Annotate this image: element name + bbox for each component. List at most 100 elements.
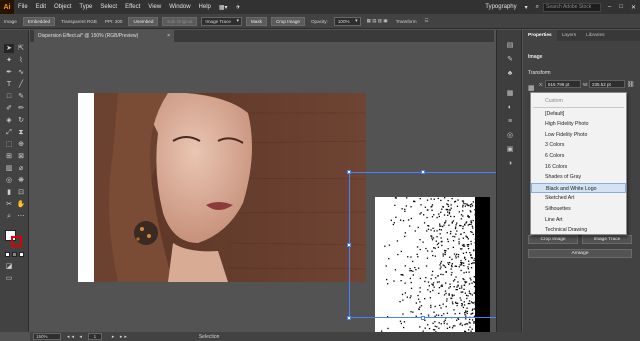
trace-preset-6-colors[interactable]: 6 Colors [531, 151, 626, 161]
mesh-tool-icon[interactable]: ⊠ [16, 152, 26, 161]
close-tab-icon[interactable]: × [167, 30, 170, 42]
trace-preset-shades-of-gray[interactable]: Shades of Gray [531, 172, 626, 182]
grid-icon[interactable]: ▦ [505, 90, 515, 98]
image-trace-dropdown[interactable]: Image Trace [201, 16, 242, 26]
opacity-field[interactable]: 100% [333, 16, 361, 26]
pen-tool-icon[interactable]: ✒ [4, 68, 14, 77]
color-mode-icon[interactable] [5, 252, 10, 257]
crop-image-button[interactable]: Crop Image [270, 16, 305, 26]
x-field[interactable]: 616.798 pt [545, 80, 581, 88]
resize-handle[interactable] [347, 243, 351, 247]
portrait-image[interactable] [78, 93, 366, 282]
minimize-icon[interactable]: – [604, 4, 615, 10]
tab-layers[interactable]: Layers [557, 30, 581, 41]
stock-search-input[interactable]: Search Adobe Stock [543, 2, 601, 12]
selection-bounding-box[interactable] [347, 170, 501, 320]
menu-effect[interactable]: Effect [121, 4, 144, 10]
drawing-modes-icon[interactable]: ◪ [4, 262, 14, 271]
workspace-switcher[interactable]: Typography [485, 4, 520, 10]
free-transform-tool-icon[interactable]: ⬚ [4, 140, 14, 149]
trace-preset-technical-drawing[interactable]: Technical Drawing [531, 225, 626, 235]
trace-preset-silhouettes[interactable]: Silhouettes [531, 204, 626, 214]
search-icon[interactable]: ⌕ [532, 4, 543, 11]
menu-select[interactable]: Select [96, 4, 121, 10]
zoom-tool-icon[interactable]: ⌕ [4, 212, 14, 221]
symbol-sprayer-tool-icon[interactable]: ❋ [16, 176, 26, 185]
transform-link[interactable]: Transform [392, 19, 421, 24]
artboard-number-field[interactable]: 1 [87, 333, 102, 340]
bridge-icon[interactable]: ▦▾ [215, 4, 232, 11]
brushes-icon[interactable]: ✎ [505, 56, 515, 64]
none-mode-icon[interactable] [19, 252, 24, 257]
trace-preset-custom[interactable]: Custom [531, 96, 626, 106]
workspace-chevron-icon[interactable]: ▾ [521, 4, 532, 11]
pencil-tool-icon[interactable]: ✏ [16, 104, 26, 113]
resize-handle[interactable] [347, 316, 351, 320]
width-tool-icon[interactable]: ⧗ [16, 128, 26, 137]
embedded-button[interactable]: Embedded [22, 16, 56, 26]
trace-preset-high-fidelity-photo[interactable]: High Fidelity Photo [531, 119, 626, 129]
shaper-tool-icon[interactable]: ✐ [4, 104, 14, 113]
maximize-icon[interactable]: □ [615, 4, 627, 10]
reference-point-icon[interactable]: ▦ [528, 84, 535, 92]
slice-tool-icon[interactable]: ✂ [4, 200, 14, 209]
selection-tool-icon[interactable]: ➤ [4, 44, 14, 53]
resize-handle[interactable] [421, 170, 425, 174]
gpu-icon[interactable]: ✈ [232, 4, 245, 11]
tab-properties[interactable]: Properties [523, 30, 557, 41]
color-guide-icon[interactable]: ◐ [505, 104, 515, 112]
magic-wand-tool-icon[interactable]: ✦ [4, 56, 14, 65]
eyedropper-tool-icon[interactable]: ⌀ [16, 164, 26, 173]
hand-tool-icon[interactable]: ✋ [16, 200, 26, 209]
link-proportions-icon[interactable]: ⛓ [627, 81, 635, 88]
type-tool-icon[interactable]: T [4, 80, 14, 89]
scale-tool-icon[interactable]: ⤢ [4, 128, 14, 137]
trace-preset-16-colors[interactable]: 16 Colors [531, 162, 626, 172]
document-tab[interactable]: Dispersion Effect.ai* @ 150% (RGB/Previe… [34, 30, 174, 42]
menu-view[interactable]: View [144, 4, 165, 10]
edit-toolbar-icon[interactable]: ⋯ [16, 212, 26, 221]
line-tool-icon[interactable]: ╱ [16, 80, 26, 89]
trace-preset-sketched-art[interactable]: Sketched Art [531, 193, 626, 203]
trace-preset-3-colors[interactable]: 3 Colors [531, 140, 626, 150]
rotate-tool-icon[interactable]: ↻ [16, 116, 26, 125]
mask-button[interactable]: Mask [245, 16, 267, 26]
stroke-swatch[interactable] [11, 236, 22, 247]
menu-object[interactable]: Object [50, 4, 75, 10]
w-field[interactable]: 235.52 pt [589, 80, 625, 88]
artboard-nav-prev[interactable]: ◂◂ ◂ [67, 334, 84, 340]
crop-image-panel-button[interactable]: Crop Image [528, 235, 578, 244]
graphic-styles-icon[interactable]: ▣ [505, 146, 515, 154]
appearance-icon[interactable]: ◎ [505, 132, 515, 140]
trace-preset-low-fidelity-photo[interactable]: Low Fidelity Photo [531, 130, 626, 140]
perspective-grid-tool-icon[interactable]: ⊞ [4, 152, 14, 161]
direct-selection-tool-icon[interactable]: ⇱ [16, 44, 26, 53]
gradient-tool-icon[interactable]: ▥ [4, 164, 14, 173]
rectangle-tool-icon[interactable]: □ [4, 92, 14, 101]
artboard[interactable] [78, 93, 366, 282]
resize-handle[interactable] [347, 170, 351, 174]
edit-original-button[interactable]: Edit Original [162, 16, 198, 26]
image-trace-panel-button[interactable]: Image Trace [582, 235, 632, 244]
menu-file[interactable]: File [14, 4, 32, 10]
transparency-icon[interactable]: ◑ [505, 160, 515, 168]
stroke-icon[interactable]: ≡ [505, 118, 515, 126]
trace-preset-default[interactable]: [Default] [531, 109, 626, 119]
screen-mode-icon[interactable]: ▭ [4, 274, 14, 283]
menu-edit[interactable]: Edit [32, 4, 50, 10]
artboard-nav-next[interactable]: ▸ ▸▸ [112, 334, 129, 340]
swatches-icon[interactable]: ▤ [505, 42, 515, 50]
symbols-icon[interactable]: ♣ [505, 70, 515, 78]
gradient-mode-icon[interactable] [12, 252, 17, 257]
graph-tool-icon[interactable]: ▮ [4, 188, 14, 197]
align-icons[interactable]: ▦ ▤ ▥ ▣ [363, 18, 392, 24]
resize-handle[interactable] [421, 316, 425, 320]
menu-help[interactable]: Help [195, 4, 215, 10]
eraser-tool-icon[interactable]: ◈ [4, 116, 14, 125]
options-menu-icon[interactable]: ☰ [421, 18, 433, 24]
menu-window[interactable]: Window [165, 4, 194, 10]
zoom-field[interactable]: 150% [33, 333, 61, 340]
tab-libraries[interactable]: Libraries [581, 30, 609, 41]
paintbrush-tool-icon[interactable]: ✎ [16, 92, 26, 101]
shape-builder-tool-icon[interactable]: ⊕ [16, 140, 26, 149]
